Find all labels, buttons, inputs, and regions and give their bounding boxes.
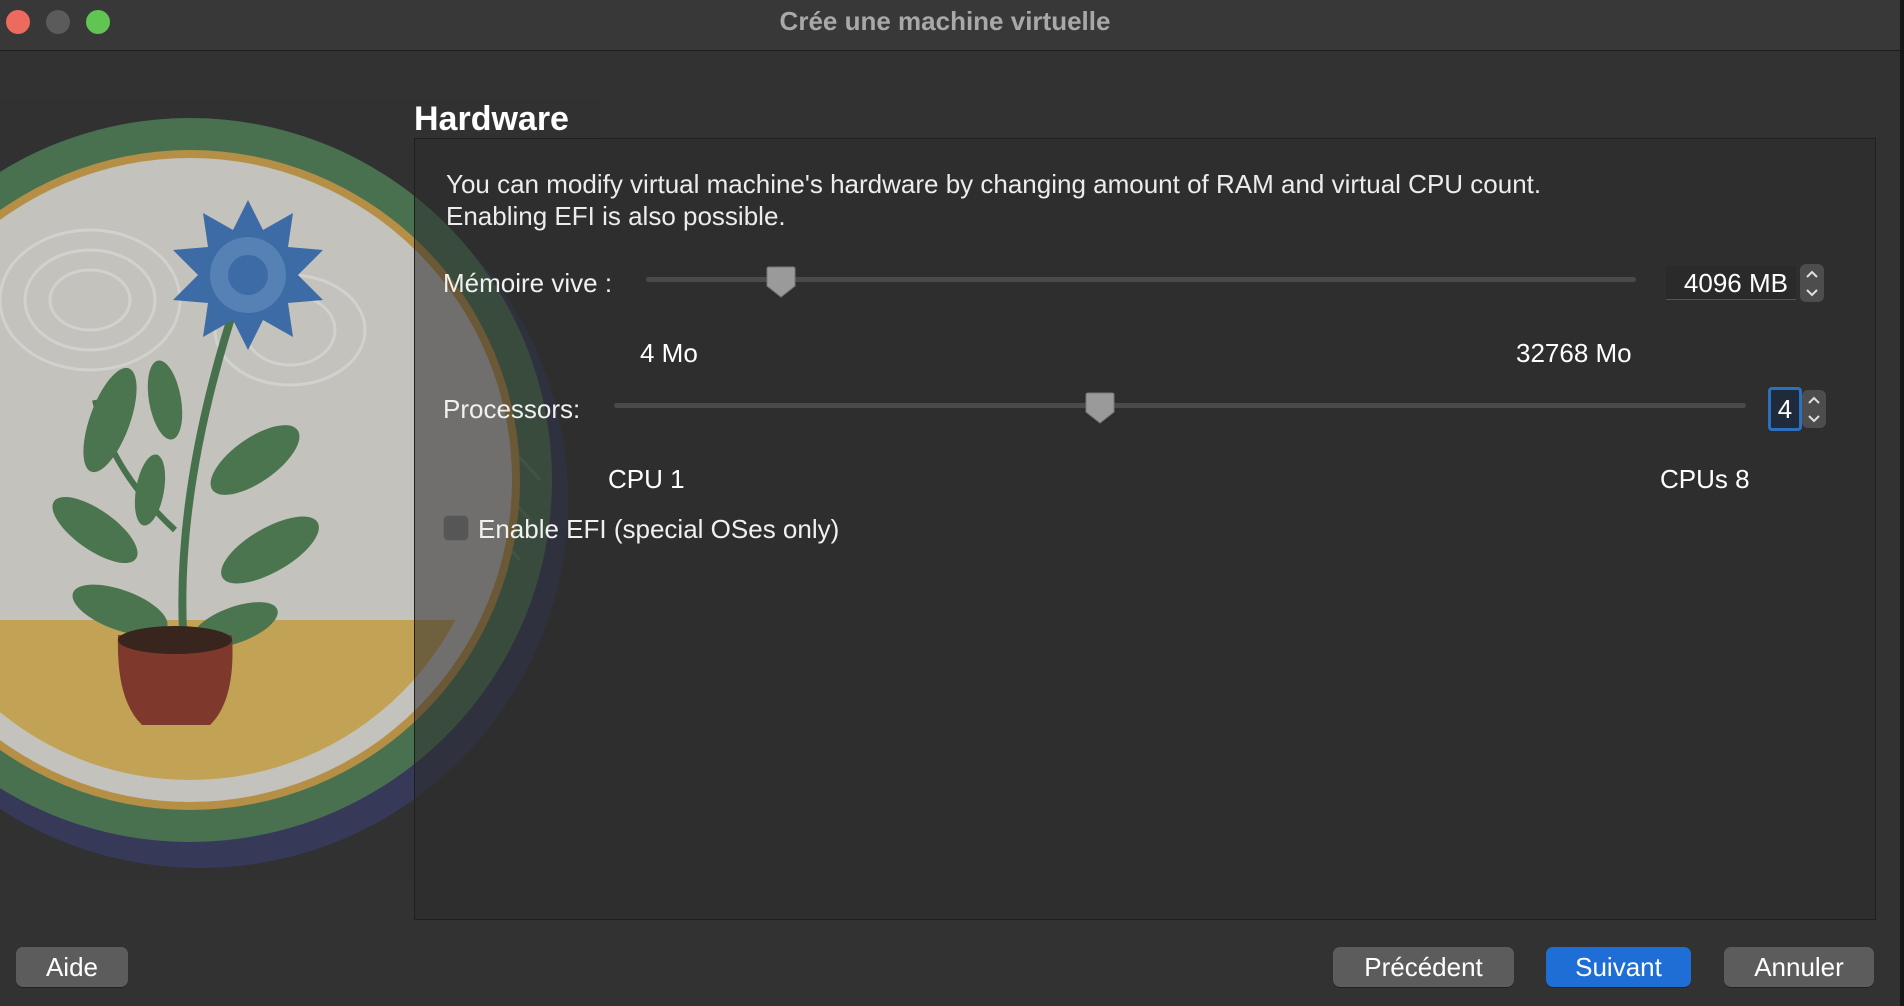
processors-max-label: CPUs 8 (1660, 464, 1750, 494)
window-title: Crée une machine virtuelle (779, 6, 1111, 36)
description-line-1: You can modify virtual machine's hardwar… (446, 169, 1542, 199)
cancel-button[interactable]: Annuler (1724, 947, 1874, 987)
help-button[interactable]: Aide (16, 947, 128, 987)
efi-checkbox[interactable] (443, 515, 469, 541)
page-heading: Hardware (414, 100, 569, 138)
processors-label: Processors: (443, 394, 581, 424)
chevron-up-icon[interactable] (1800, 264, 1824, 283)
processors-stepper[interactable] (1802, 390, 1826, 428)
page-description: You can modify virtual machine's hardwar… (446, 168, 1646, 232)
memory-min-label: 4 Mo (640, 338, 698, 368)
processors-slider-track[interactable] (614, 403, 1746, 408)
processors-slider-thumb[interactable] (1084, 392, 1116, 424)
chevron-down-icon[interactable] (1802, 409, 1826, 428)
previous-button[interactable]: Précédent (1333, 947, 1514, 987)
title-bar: Crée une machine virtuelle (0, 0, 1900, 51)
description-line-2: Enabling EFI is also possible. (446, 201, 786, 231)
next-button[interactable]: Suivant (1546, 947, 1691, 987)
wizard-window: Crée une machine virtuelle Hardware You … (0, 0, 1900, 1006)
memory-slider-thumb[interactable] (765, 266, 797, 298)
chevron-up-icon[interactable] (1802, 390, 1826, 409)
efi-checkbox-label[interactable]: Enable EFI (special OSes only) (478, 514, 839, 545)
processors-min-label: CPU 1 (608, 464, 685, 494)
memory-value-field[interactable]: 4096 MB (1666, 266, 1796, 300)
chevron-down-icon[interactable] (1800, 283, 1824, 302)
memory-max-label: 32768 Mo (1516, 338, 1632, 368)
processors-value-field[interactable]: 4 (1768, 387, 1802, 431)
memory-label: Mémoire vive : (443, 268, 613, 298)
window-edge (1900, 0, 1904, 1006)
memory-stepper[interactable] (1800, 264, 1824, 302)
